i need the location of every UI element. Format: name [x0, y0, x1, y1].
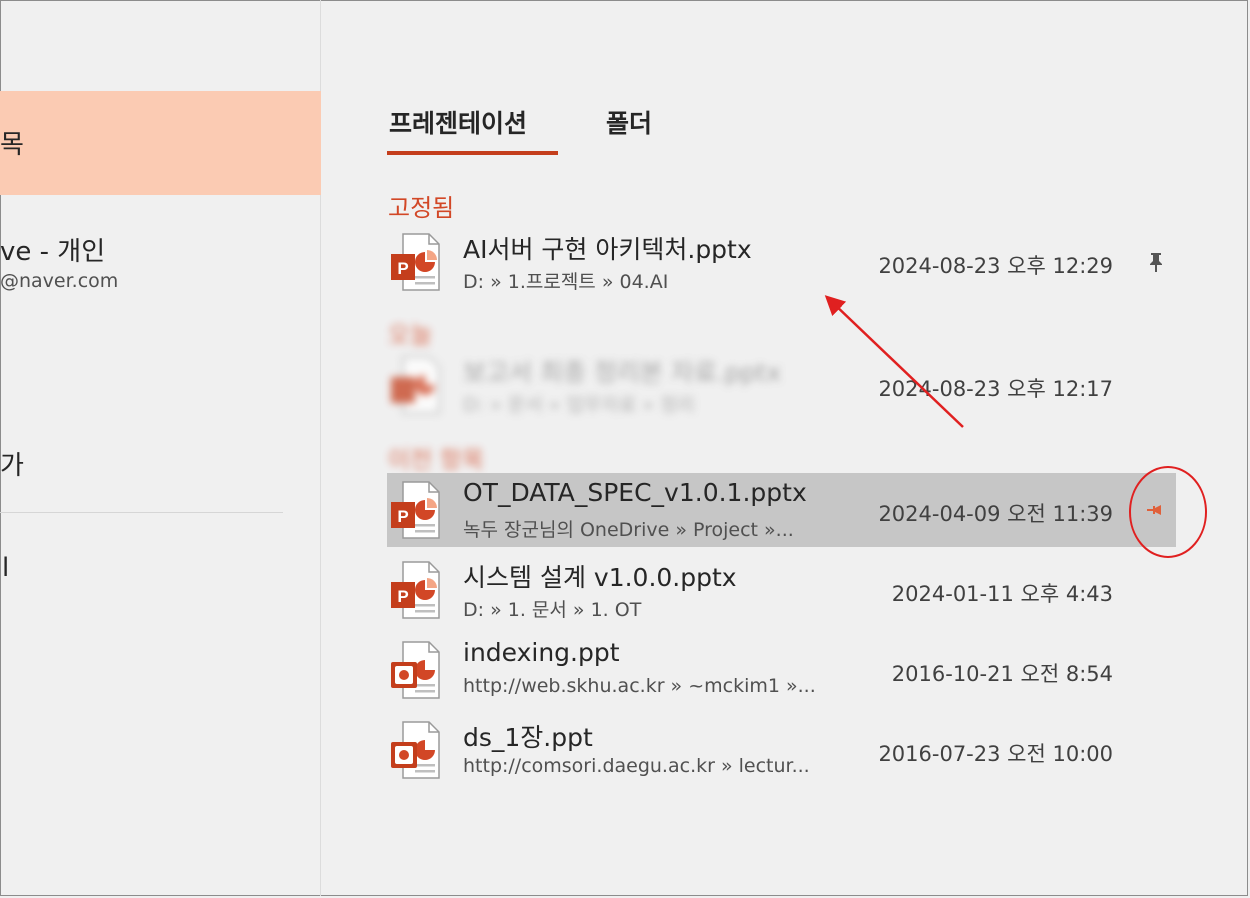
ppt-icon: [391, 721, 440, 779]
file-name: 보고서 최종 정리본 자료.pptx: [463, 358, 782, 387]
file-name: OT_DATA_SPEC_v1.0.1.pptx: [463, 478, 807, 507]
pptx-icon: P: [391, 561, 440, 619]
file-path: http://web.skhu.ac.kr » ~mckim1 »...: [463, 675, 816, 697]
section-older-heading: 이전 항목: [388, 446, 484, 474]
file-path: D: » 문서 » 업무자료 » 정리: [463, 394, 695, 416]
file-row[interactable]: P 시스템 설계 v1.0.0.pptx D: » 1. 문서 » 1. OT …: [387, 553, 1176, 627]
account-title: ve - 개인: [0, 237, 106, 267]
file-date: 2024-04-09 오전 11:39: [878, 502, 1113, 526]
file-name: indexing.ppt: [463, 638, 620, 667]
pptx-icon: [391, 356, 440, 414]
file-name: AI서버 구현 아키텍처.pptx: [463, 235, 752, 264]
sidebar-item-label: 목: [0, 130, 24, 160]
file-date: 2024-08-23 오후 12:29: [878, 254, 1113, 278]
sidebar-item-add[interactable]: 가: [0, 445, 24, 482]
svg-text:P: P: [397, 259, 408, 278]
file-path: D: » 1. 문서 » 1. OT: [463, 599, 642, 621]
file-path: 녹두 장군님의 OneDrive » Project »...: [463, 519, 794, 541]
section-pinned-heading: 고정됨: [388, 194, 455, 222]
sidebar-item-bottom[interactable]: l: [2, 553, 9, 583]
file-row[interactable]: indexing.ppt http://web.skhu.ac.kr » ~mc…: [387, 633, 1176, 707]
file-row-pinned[interactable]: P AI서버 구현 아키텍처.pptx D: » 1.프로젝트 » 04.AI …: [387, 225, 1176, 299]
pptx-icon: P: [391, 481, 440, 539]
file-row-today[interactable]: 보고서 최종 정리본 자료.pptx D: » 문서 » 업무자료 » 정리 2…: [387, 348, 1176, 422]
svg-text:P: P: [397, 507, 408, 526]
pptx-icon: P: [391, 233, 440, 291]
active-tab-indicator: [387, 151, 558, 155]
file-name: 시스템 설계 v1.0.0.pptx: [463, 563, 737, 592]
section-today-heading: 오늘: [388, 321, 433, 349]
file-path: D: » 1.프로젝트 » 04.AI: [463, 271, 669, 293]
file-date: 2024-01-11 오후 4:43: [891, 582, 1113, 606]
svg-text:P: P: [397, 587, 408, 606]
file-row[interactable]: ds_1장.ppt http://comsori.daegu.ac.kr » l…: [387, 713, 1176, 787]
tab-folders[interactable]: 폴더: [606, 104, 652, 140]
ppt-icon: [391, 641, 440, 699]
account-email: @naver.com: [0, 270, 119, 292]
file-row-selected[interactable]: P OT_DATA_SPEC_v1.0.1.pptx 녹두 장군님의 OneDr…: [387, 473, 1176, 547]
sidebar: 목 ve - 개인 @naver.com 가 l: [0, 0, 321, 896]
file-date: 2024-08-23 오후 12:17: [878, 377, 1113, 401]
tab-presentations[interactable]: 프레젠테이션: [389, 104, 527, 140]
pinned-icon[interactable]: [1144, 250, 1168, 274]
file-date: 2016-07-23 오전 10:00: [878, 742, 1113, 766]
pin-icon[interactable]: [1144, 498, 1168, 522]
sidebar-divider: [0, 512, 283, 513]
sidebar-item-selected[interactable]: 목: [0, 91, 321, 195]
file-date: 2016-10-21 오전 8:54: [891, 662, 1113, 686]
file-path: http://comsori.daegu.ac.kr » lectur...: [463, 755, 810, 777]
file-name: ds_1장.ppt: [463, 723, 593, 752]
